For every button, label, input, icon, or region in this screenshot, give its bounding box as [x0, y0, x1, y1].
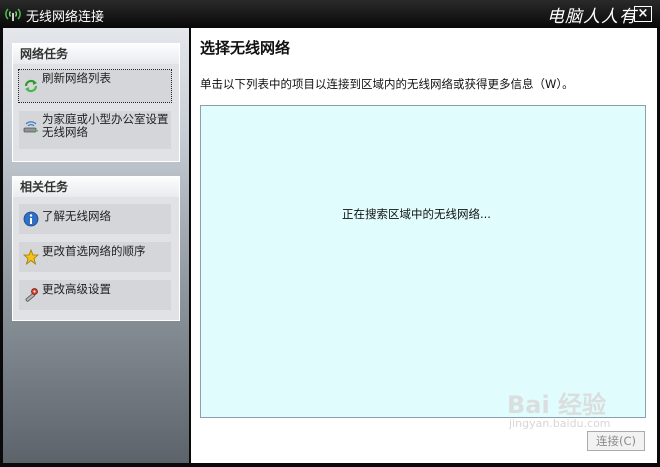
instructions-text: 单击以下列表中的项目以连接到区域内的无线网络或获得更多信息（W）。: [200, 77, 574, 91]
change-network-order-label: 更改首选网络的顺序: [42, 244, 146, 258]
baidu-logo-text: Bai 经验: [507, 391, 607, 419]
brand-watermark-text: 电脑人人有: [547, 7, 637, 27]
wireless-network-list[interactable]: 正在搜索区域中的无线网络...: [200, 105, 646, 418]
searching-status: 正在搜索区域中的无线网络...: [342, 207, 491, 221]
setup-home-network-label: 为家庭或小型办公室设置无线网络: [42, 112, 169, 139]
baidu-watermark: Bai 经验 jingyan.baidu.com: [507, 381, 657, 441]
page-title: 选择无线网络: [200, 39, 291, 57]
star-icon: [23, 249, 39, 265]
change-advanced-settings-link[interactable]: 更改高级设置: [19, 280, 171, 310]
task-pane: 网络任务 刷新网络列表 为家庭或小型办公室设置无线网络 相关任务 了解无线网络 …: [3, 28, 189, 463]
change-advanced-settings-label: 更改高级设置: [42, 282, 111, 296]
wireless-connection-window: 无线网络连接 电脑人人有 × 网络任务 刷新网络列表 为家庭或小型办公室设置无线…: [0, 0, 660, 467]
refresh-network-list-link[interactable]: 刷新网络列表: [18, 69, 172, 103]
setup-home-network-link[interactable]: 为家庭或小型办公室设置无线网络: [19, 111, 171, 149]
learn-wireless-link[interactable]: 了解无线网络: [19, 204, 171, 234]
info-icon: [23, 211, 39, 227]
settings-icon: [25, 288, 38, 302]
change-network-order-link[interactable]: 更改首选网络的顺序: [19, 242, 171, 272]
window-title: 无线网络连接: [26, 10, 105, 25]
title-bar[interactable]: 无线网络连接 电脑人人有 ×: [0, 0, 660, 28]
close-icon: ×: [637, 6, 649, 21]
network-tasks-header[interactable]: 网络任务: [13, 43, 179, 64]
related-tasks-header[interactable]: 相关任务: [13, 176, 179, 197]
refresh-network-list-label: 刷新网络列表: [42, 71, 111, 85]
baidu-url-text: jingyan.baidu.com: [509, 417, 611, 430]
related-tasks-panel: 相关任务 了解无线网络 更改首选网络的顺序 更改高级设置: [12, 176, 180, 321]
network-tasks-panel: 网络任务 刷新网络列表 为家庭或小型办公室设置无线网络: [12, 43, 180, 162]
learn-wireless-label: 了解无线网络: [42, 209, 111, 223]
wireless-antenna-icon: [5, 8, 21, 21]
refresh-icon: [24, 79, 38, 93]
close-button[interactable]: ×: [634, 6, 652, 22]
wireless-setup-icon: [23, 121, 38, 133]
